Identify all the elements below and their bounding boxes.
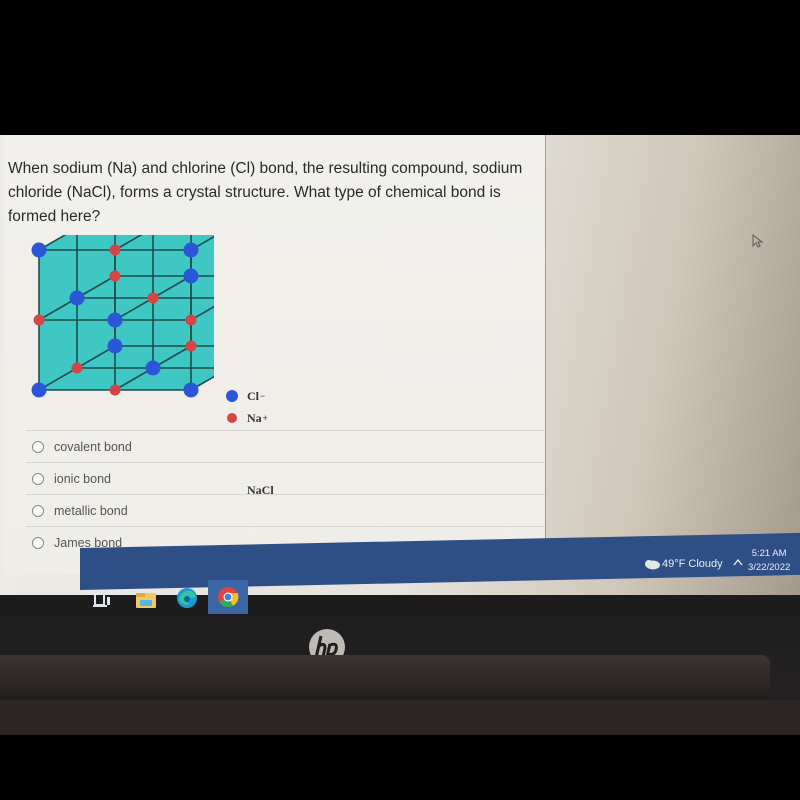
legend: Cl − Na +: [226, 385, 268, 429]
option-covalent-bond[interactable]: covalent bond: [24, 431, 544, 462]
option-label: covalent bond: [54, 439, 132, 454]
mouse-cursor-icon: [752, 234, 764, 248]
legend-item-chloride: Cl −: [226, 385, 268, 407]
chrome-browser-icon[interactable]: [216, 585, 240, 609]
chloride-ion: [31, 382, 47, 398]
question-panel: When sodium (Na) and chlorine (Cl) bond,…: [4, 135, 546, 575]
option-label: ionic bond: [54, 471, 111, 486]
legend-label: Cl: [247, 388, 259, 403]
sodium-ion: [147, 292, 159, 304]
system-clock[interactable]: 5:21 AM 3/22/2022: [748, 547, 790, 575]
option-ionic-bond[interactable]: ionic bond: [24, 463, 544, 494]
blue-dot-icon: [226, 390, 238, 402]
legend-label: Na: [247, 410, 262, 425]
weather-widget[interactable]: 49°F Cloudy: [662, 558, 723, 570]
chevron-up-icon[interactable]: [733, 558, 743, 566]
option-metallic-bond[interactable]: metallic bond: [24, 495, 544, 526]
cloud-weather-icon[interactable]: [643, 558, 661, 570]
clock-date: 3/22/2022: [748, 562, 791, 573]
sodium-ion: [185, 340, 197, 352]
legend-charge: −: [260, 391, 266, 401]
sodium-ion: [185, 314, 197, 326]
laptop-base: [0, 700, 800, 735]
laptop-hinge: [0, 655, 770, 703]
screen: When sodium (Na) and chlorine (Cl) bond,…: [0, 135, 800, 595]
chloride-ion: [183, 268, 199, 284]
legend-charge: +: [262, 413, 268, 423]
option-label: metallic bond: [54, 503, 128, 518]
sodium-ion: [109, 384, 121, 396]
clock-time: 5:21 AM: [751, 548, 787, 559]
nacl-crystal-figure: Cl − Na + Na Cl: [4, 198, 304, 497]
radio-button[interactable]: [32, 504, 44, 517]
chloride-ion: [69, 290, 85, 306]
chloride-ion: [183, 382, 199, 398]
file-explorer-icon[interactable]: [134, 588, 158, 612]
radio-button[interactable]: [32, 536, 44, 549]
sodium-ion: [109, 270, 121, 282]
chloride-ion: [107, 338, 123, 354]
red-dot-icon: [227, 413, 237, 423]
question-text: When sodium (Na) and chlorine (Cl) bond,…: [8, 160, 523, 225]
radio-button[interactable]: [32, 440, 44, 453]
chloride-ion: [31, 242, 47, 258]
sodium-ion: [71, 362, 83, 374]
legend-item-sodium: Na +: [226, 407, 268, 429]
edge-browser-icon[interactable]: [175, 586, 199, 610]
chloride-ion: [107, 312, 123, 328]
chloride-ion: [145, 360, 161, 376]
answer-options: covalent bond ionic bond metallic bond J…: [24, 430, 544, 558]
chloride-ion: [183, 242, 199, 258]
sodium-ion: [109, 244, 121, 256]
sodium-ion: [33, 314, 45, 326]
task-view-icon[interactable]: [92, 586, 116, 610]
crystal-lattice-diagram: [31, 198, 275, 398]
radio-button[interactable]: [32, 472, 44, 485]
